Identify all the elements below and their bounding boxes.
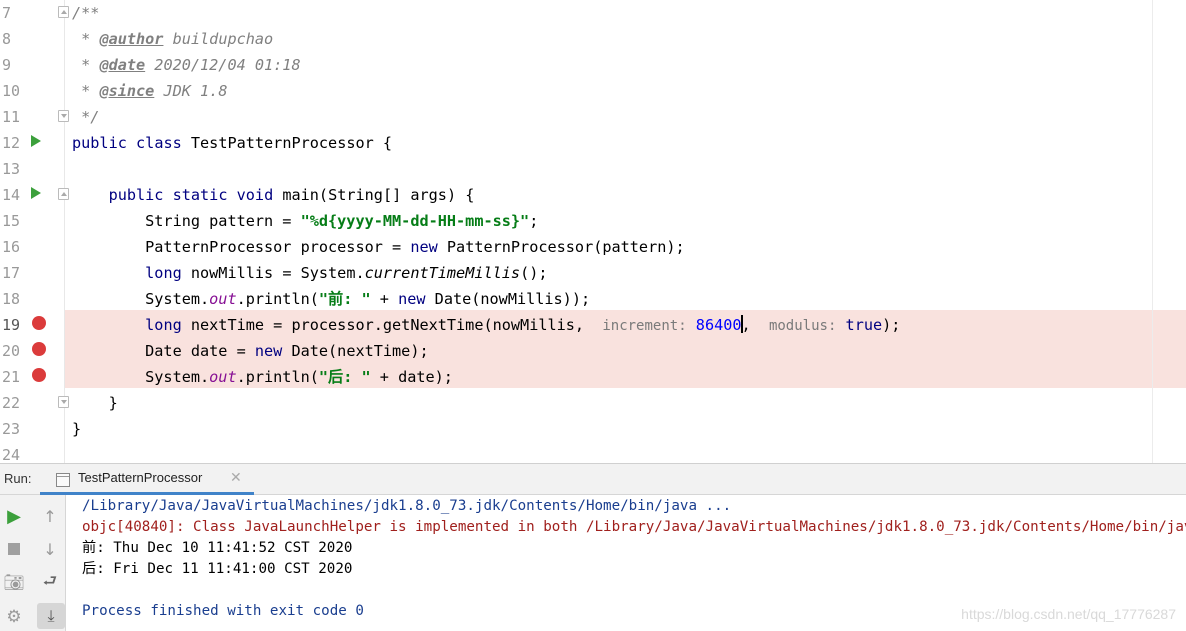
line-number: 24 — [2, 446, 21, 463]
console-tab-icon — [56, 473, 70, 487]
code-line[interactable]: String pattern = "%d{yyyy-MM-dd-HH-mm-ss… — [72, 208, 538, 234]
rerun-icon[interactable]: ▶ — [2, 504, 26, 528]
console-line: /Library/Java/JavaVirtualMachines/jdk1.8… — [82, 498, 732, 514]
breakpoint-icon[interactable] — [32, 316, 46, 330]
line-number: 21 — [2, 368, 21, 386]
run-icon[interactable] — [31, 187, 41, 199]
line-number: 9 — [2, 56, 12, 74]
run-toolbar: ▶ 📷︎ ⚙ ↑ ↓ ⮐ ⤓ — [0, 495, 66, 631]
code-line[interactable]: System.out.println("后: " + date); — [72, 364, 453, 390]
code-editor[interactable]: 7 8 9 10 11 12 13 14 15 16 17 18 19 20 2… — [0, 0, 1186, 463]
line-number: 7 — [2, 4, 12, 22]
text-caret — [740, 315, 743, 333]
line-number: 10 — [2, 82, 21, 100]
code-line[interactable]: * @author buildupchao — [72, 26, 273, 52]
line-number: 22 — [2, 394, 21, 412]
code-line[interactable]: /** — [72, 0, 99, 26]
code-line[interactable]: public class TestPatternProcessor { — [72, 130, 392, 156]
code-line[interactable]: long nowMillis = System.currentTimeMilli… — [72, 260, 547, 286]
arrow-up-icon[interactable]: ↑ — [38, 504, 62, 528]
close-icon[interactable]: ✕ — [230, 470, 242, 486]
code-line[interactable]: } — [72, 416, 81, 442]
watermark: https://blog.csdn.net/qq_17776287 — [961, 606, 1176, 622]
run-tab[interactable]: TestPatternProcessor ✕ — [40, 464, 254, 495]
line-number: 17 — [2, 264, 21, 282]
fold-icon[interactable] — [58, 396, 69, 408]
soft-wrap-icon[interactable]: ⮐ — [38, 571, 62, 595]
stop-icon[interactable] — [2, 537, 26, 561]
console-line: Process finished with exit code 0 — [82, 603, 364, 619]
code-line[interactable]: * @since JDK 1.8 — [72, 78, 227, 104]
code-line[interactable]: long nextTime = processor.getNextTime(no… — [72, 312, 900, 338]
scroll-to-end-icon[interactable]: ⤓ — [37, 603, 65, 629]
right-margin-guide — [1152, 0, 1153, 463]
code-line[interactable]: * @date 2020/12/04 01:18 — [72, 52, 300, 78]
line-number: 14 — [2, 186, 21, 204]
line-number: 19 — [2, 316, 21, 334]
line-number: 20 — [2, 342, 21, 360]
fold-icon[interactable] — [58, 110, 69, 122]
line-number: 13 — [2, 160, 21, 178]
run-panel-header: Run: TestPatternProcessor ✕ — [0, 463, 1186, 495]
breakpoint-icon[interactable] — [32, 368, 46, 382]
line-number: 18 — [2, 290, 21, 308]
camera-icon[interactable]: 📷︎ — [2, 571, 26, 595]
code-line[interactable]: public static void main(String[] args) { — [72, 182, 475, 208]
code-line[interactable]: System.out.println("前: " + new Date(nowM… — [72, 286, 590, 312]
run-tab-label: TestPatternProcessor — [78, 470, 203, 485]
fold-icon[interactable] — [58, 6, 69, 18]
line-number: 23 — [2, 420, 21, 438]
line-number: 8 — [2, 30, 12, 48]
fold-icon[interactable] — [58, 188, 69, 200]
code-line[interactable]: */ — [72, 104, 99, 130]
settings-icon[interactable]: ⚙ — [2, 605, 26, 629]
code-line[interactable]: PatternProcessor processor = new Pattern… — [72, 234, 685, 260]
breakpoint-icon[interactable] — [32, 342, 46, 356]
line-number: 15 — [2, 212, 21, 230]
code-line[interactable]: Date date = new Date(nextTime); — [72, 338, 428, 364]
console-line: 后: Fri Dec 11 11:41:00 CST 2020 — [82, 561, 353, 577]
arrow-down-icon[interactable]: ↓ — [38, 537, 62, 561]
console-line: 前: Thu Dec 10 11:41:52 CST 2020 — [82, 540, 353, 556]
console-line: objc[40840]: Class JavaLaunchHelper is i… — [82, 519, 1186, 535]
line-number: 12 — [2, 134, 21, 152]
run-icon[interactable] — [31, 135, 41, 147]
code-line[interactable]: } — [72, 390, 118, 416]
run-label: Run: — [4, 471, 32, 486]
line-number: 16 — [2, 238, 21, 256]
line-number: 11 — [2, 108, 21, 126]
